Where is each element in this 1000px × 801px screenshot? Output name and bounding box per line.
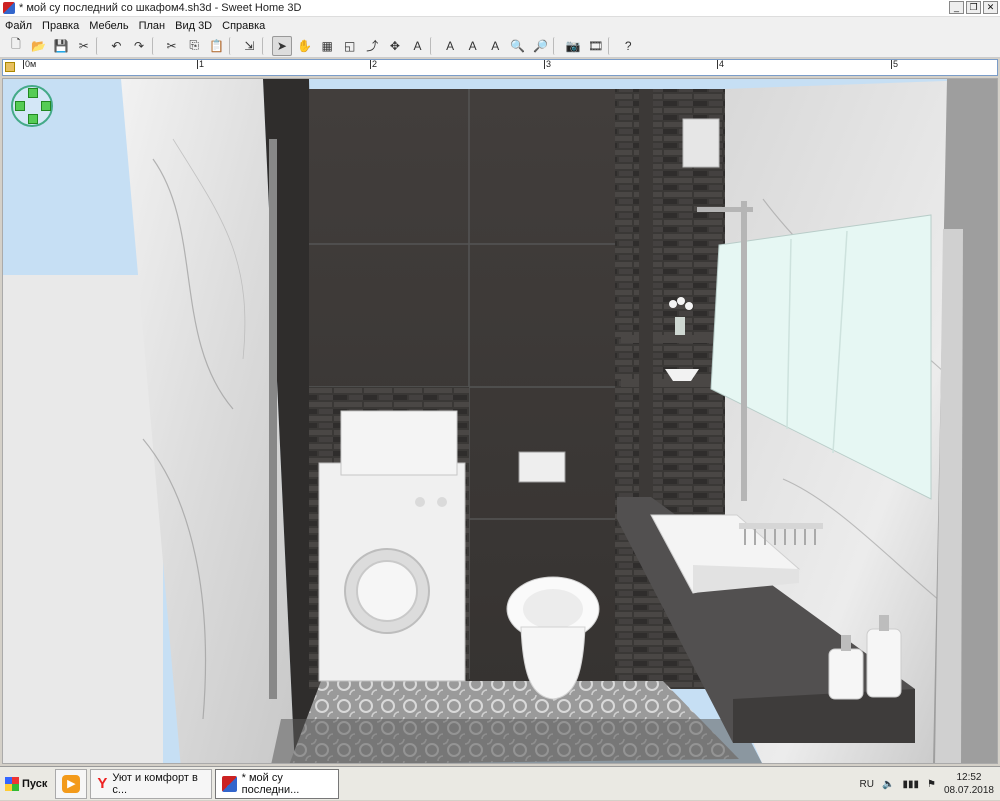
zoom-in-icon[interactable]: 🔍 <box>508 36 528 56</box>
toolbar-separator <box>151 36 158 55</box>
taskbar-item-media-player[interactable]: ▶ <box>55 768 88 799</box>
restore-button[interactable]: ❐ <box>966 1 981 14</box>
menu-furniture[interactable]: Мебель <box>84 20 133 32</box>
video-icon[interactable]: 🎞 <box>586 36 606 56</box>
create-dimensions-icon[interactable]: ✥ <box>385 36 405 56</box>
close-button[interactable]: ✕ <box>983 1 998 14</box>
windows-logo-icon <box>5 776 19 791</box>
create-walls-icon[interactable]: ▦ <box>317 36 337 56</box>
plan-ruler[interactable]: 0м 1 2 3 4 5 <box>2 59 998 76</box>
menu-edit[interactable]: Правка <box>37 20 84 32</box>
toolbar-separator <box>229 36 235 55</box>
toolbar-separator <box>261 36 268 55</box>
new-document-icon[interactable]: 🗋 <box>6 36 26 56</box>
ruler-label: 2 <box>372 59 378 69</box>
menu-help[interactable]: Справка <box>217 20 270 32</box>
taskbar-item-browser[interactable]: Y Уют и комфорт в с... <box>90 768 213 799</box>
menu-bar: Файл Правка Мебель План Вид 3D Справка <box>0 17 1000 34</box>
system-tray: RU 🔈 ▮▮▮ ⚑ 12:52 08.07.2018 <box>860 767 994 801</box>
taskbar: Пуск ▶ Y Уют и комфорт в с... * мой су п… <box>0 766 1000 800</box>
photo-icon[interactable]: 📷 <box>563 36 583 56</box>
open-icon[interactable]: 📂 <box>29 36 49 56</box>
redo-icon[interactable]: ↷ <box>129 36 149 56</box>
taskbar-item-sweet-home-3d[interactable]: * мой су последни... <box>215 768 340 799</box>
toolbar-separator <box>553 36 559 55</box>
ruler-label: 0м <box>25 59 37 69</box>
create-rooms-icon[interactable]: ◱ <box>340 36 360 56</box>
media-player-icon: ▶ <box>62 774 81 793</box>
text-style-icon[interactable]: A <box>440 36 460 56</box>
zoom-out-icon[interactable]: 🔎 <box>530 36 550 56</box>
language-indicator[interactable]: RU <box>860 779 874 790</box>
flag-icon[interactable]: ⚑ <box>927 779 936 790</box>
ruler-label: 3 <box>546 59 552 69</box>
undo-icon[interactable]: ↶ <box>106 36 126 56</box>
toolbar: 🗋 📂 💾 ✂ ↶ ↷ ✂ ⎘ 📋 ⇲ ➤ ✋ ▦ ◱ ⤴ ✥ A A A A … <box>0 34 1000 58</box>
cut-icon[interactable]: ✂ <box>162 36 182 56</box>
ruler-label: 5 <box>893 59 899 69</box>
3d-view[interactable] <box>2 78 998 764</box>
menu-plan[interactable]: План <box>134 20 171 32</box>
arrow-left-icon[interactable] <box>15 101 25 111</box>
yandex-browser-icon: Y <box>97 775 108 792</box>
menu-file[interactable]: Файл <box>0 20 37 32</box>
arrow-up-icon[interactable] <box>28 88 38 98</box>
toolbar-separator <box>430 36 436 55</box>
ruler-label: 4 <box>719 59 725 69</box>
create-polylines-icon[interactable]: ⤴ <box>362 36 382 56</box>
start-label: Пуск <box>22 777 48 790</box>
bold-icon[interactable]: A <box>463 36 483 56</box>
add-furniture-icon[interactable]: ⇲ <box>239 36 259 56</box>
window-title: * мой су последний со шкафом4.sh3d - Swe… <box>19 2 302 14</box>
pan-icon[interactable]: ✋ <box>295 36 315 56</box>
menu-3d-view[interactable]: Вид 3D <box>170 20 217 32</box>
sweet-home-3d-icon <box>222 775 237 792</box>
minimize-button[interactable]: _ <box>949 1 964 14</box>
ruler-label: 1 <box>199 59 205 69</box>
copy-icon[interactable]: ⎘ <box>184 36 204 56</box>
arrow-down-icon[interactable] <box>28 114 38 124</box>
taskbar-item-label: * мой су последни... <box>241 771 300 796</box>
add-text-icon[interactable]: A <box>408 36 428 56</box>
italic-icon[interactable]: A <box>485 36 505 56</box>
start-button[interactable]: Пуск <box>0 769 52 799</box>
toolbar-separator <box>608 36 614 55</box>
bathroom-scene <box>3 79 997 763</box>
select-icon[interactable]: ➤ <box>271 35 292 56</box>
navigation-widget[interactable] <box>11 85 53 127</box>
arrow-right-icon[interactable] <box>41 101 51 111</box>
title-bar: * мой су последний со шкафом4.sh3d - Swe… <box>0 0 1000 17</box>
clock[interactable]: 12:52 08.07.2018 <box>944 771 994 797</box>
taskbar-item-label: Уют и комфорт в с... <box>112 771 198 796</box>
clock-time: 12:52 <box>956 772 982 783</box>
toolbar-separator <box>96 36 102 55</box>
paste-icon[interactable]: 📋 <box>207 36 227 56</box>
clock-date: 08.07.2018 <box>943 785 994 796</box>
sweet-home-3d-icon <box>3 2 15 14</box>
sound-icon[interactable]: 🔈 <box>882 779 894 790</box>
ruler-corner-icon <box>5 62 15 72</box>
help-icon[interactable]: ? <box>618 36 638 56</box>
network-icon[interactable]: ▮▮▮ <box>902 779 919 790</box>
cut-preferences-icon[interactable]: ✂ <box>74 36 94 56</box>
save-icon[interactable]: 💾 <box>51 36 71 56</box>
